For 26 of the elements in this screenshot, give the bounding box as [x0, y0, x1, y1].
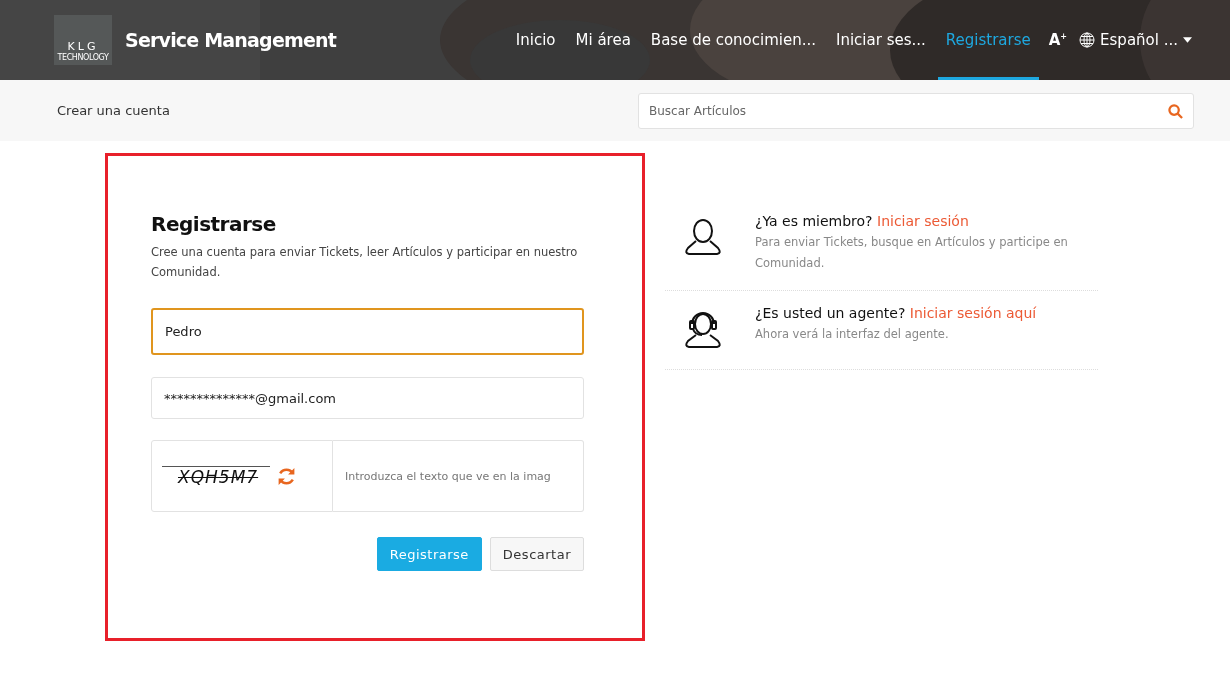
logo[interactable]: KLG TECHNOLOGY [54, 15, 112, 65]
question-text: ¿Ya es miembro? [755, 213, 873, 229]
form-description: Cree una cuenta para enviar Tickets, leer Artículos y participar en nuestro Comunidad. [151, 244, 579, 281]
nav-tab[interactable]: Mi área [567, 0, 639, 80]
captcha-field[interactable]: Introduzca el texto que ve en la imag [333, 440, 584, 512]
font-size-button[interactable]: A$^{+}$ [1040, 0, 1076, 80]
note-text: Para enviar Tickets, busque en Artículos y participe en Comunidad. [755, 234, 1069, 272]
input-field[interactable]: Pedro [151, 308, 584, 355]
login-link[interactable]: Iniciar sesión [877, 213, 969, 229]
search-icon[interactable] [1168, 103, 1183, 119]
nav-tab[interactable]: Base de conocimien... [642, 0, 824, 80]
input-field[interactable]: **************@gmail.com [151, 377, 584, 419]
question-text: ¿Es usted un agente? [755, 305, 906, 321]
nav-tab[interactable]: Iniciar ses... [828, 0, 934, 80]
discard-button[interactable]: Descartar [489, 537, 584, 571]
form-title: Registrarse [151, 212, 277, 236]
globe-icon [1079, 32, 1096, 48]
login-link[interactable]: Iniciar sesión aquí [909, 305, 1037, 321]
captcha-image: XQH5M7 [162, 465, 271, 487]
nav-tab[interactable]: Inicio [507, 0, 564, 80]
language-dropdown[interactable]: Español ... [1075, 0, 1196, 80]
app-title: Service Management [125, 29, 337, 51]
caret-icon [1183, 37, 1192, 43]
search-field[interactable]: Buscar Artículos [638, 92, 1194, 129]
note-text: Ahora verá la interfaz del agente. [755, 326, 950, 343]
breadcrumb: Crear una cuenta [57, 103, 170, 118]
